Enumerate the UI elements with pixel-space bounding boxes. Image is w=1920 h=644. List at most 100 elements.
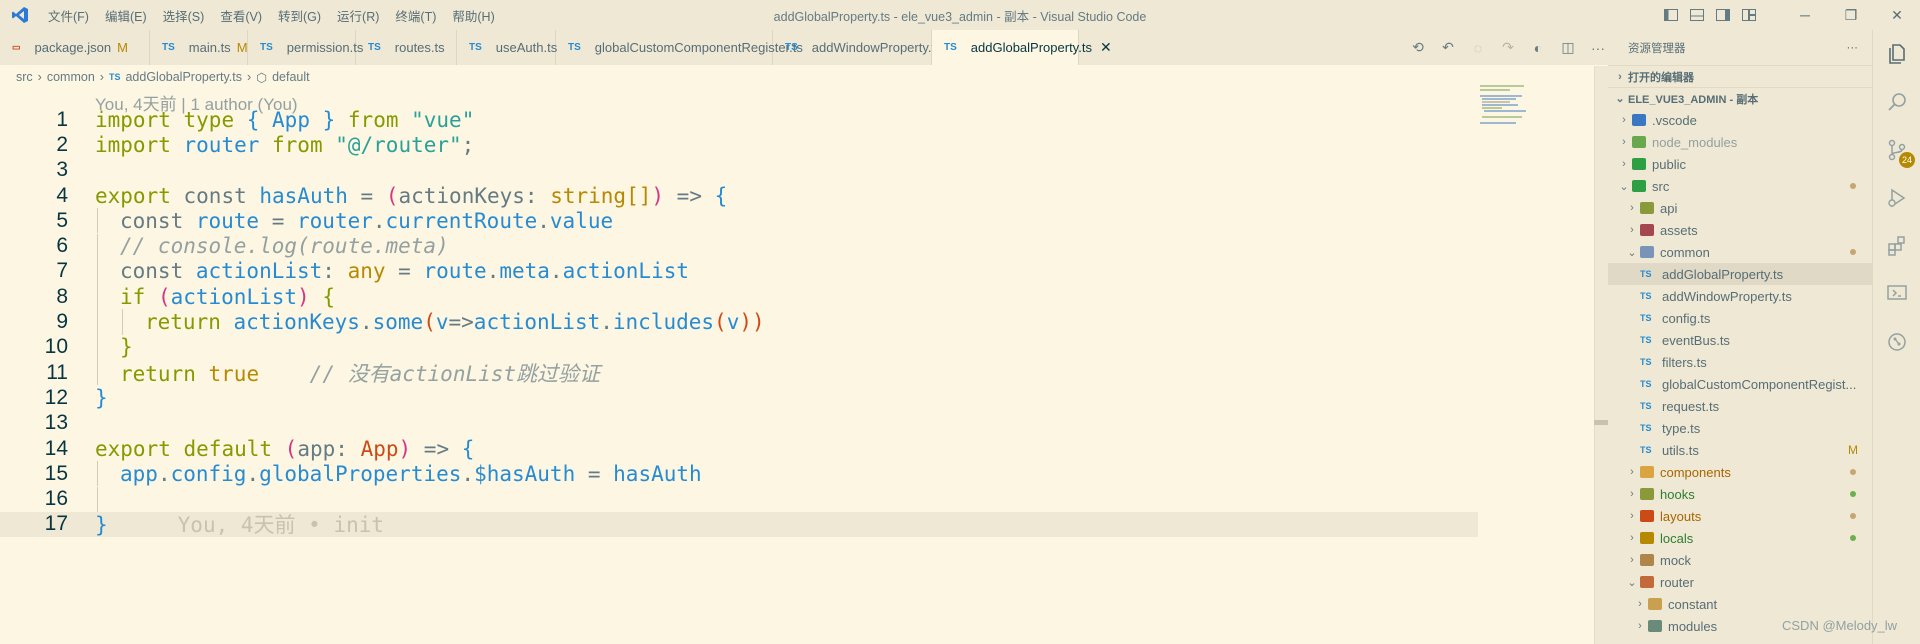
- workspace-root-section[interactable]: ⌄ ELE_VUE3_ADMIN - 副本: [1608, 87, 1872, 109]
- close-icon[interactable]: ✕: [1100, 39, 1112, 56]
- line-number: 17: [44, 512, 68, 536]
- tree-folder[interactable]: › hooks: [1608, 483, 1872, 505]
- tree-folder[interactable]: › assets: [1608, 219, 1872, 241]
- breadcrumb-item-src[interactable]: src: [16, 70, 33, 84]
- tab[interactable]: TS useAuth.ts: [457, 30, 557, 65]
- code-token: from: [335, 107, 412, 132]
- explorer-activity[interactable]: [1873, 30, 1920, 78]
- tree-file[interactable]: TS eventBus.ts: [1608, 329, 1872, 351]
- code-line[interactable]: 1 import type { App } from "vue": [0, 107, 1478, 132]
- code-line[interactable]: 15 app.config.globalProperties.$hasAuth =…: [0, 461, 1478, 487]
- workspace-root-label: ELE_VUE3_ADMIN - 副本: [1628, 93, 1759, 106]
- code-text: if (actionList) {: [120, 285, 335, 309]
- git-graph-activity[interactable]: [1873, 318, 1920, 366]
- code-token: =: [575, 461, 614, 486]
- go-back-icon[interactable]: ↶: [1435, 39, 1461, 56]
- tree-folder[interactable]: ⌄ router: [1608, 571, 1872, 593]
- code-line[interactable]: 16: [0, 486, 1478, 512]
- tree-file[interactable]: TS globalCustomComponentRegist...: [1608, 373, 1872, 395]
- open-editors-section[interactable]: › 打开的编辑器: [1608, 65, 1872, 87]
- code-line[interactable]: 10}: [0, 334, 1478, 360]
- code-editor[interactable]: You, 4天前 | 1 author (You) 1 import type {…: [0, 88, 1595, 644]
- source-control-activity[interactable]: 24: [1873, 126, 1920, 174]
- tab[interactable]: TS main.ts M: [150, 30, 248, 65]
- tree-file[interactable]: TS addGlobalProperty.ts: [1608, 263, 1872, 285]
- chevron-right-icon: ›: [1638, 620, 1642, 632]
- toggle-sidebar-icon[interactable]: [1658, 0, 1684, 30]
- breadcrumb-item-common[interactable]: common: [47, 70, 95, 84]
- tree-file[interactable]: TS filters.ts: [1608, 351, 1872, 373]
- tree-file[interactable]: TS config.ts: [1608, 307, 1872, 329]
- menu-item[interactable]: 终端(T): [387, 6, 444, 25]
- tab[interactable]: TS addWindowProperty.ts: [773, 30, 942, 65]
- menu-item[interactable]: 查看(V): [212, 6, 270, 25]
- tab[interactable]: ▭ package.json M: [0, 30, 150, 65]
- code-line[interactable]: 8 if (actionList) {: [0, 284, 1478, 310]
- tab[interactable]: TS permission.ts: [248, 30, 363, 65]
- git-lens-icon[interactable]: ◐: [1525, 40, 1551, 56]
- menu-item[interactable]: 编辑(E): [97, 6, 155, 25]
- tree-folder[interactable]: › public: [1608, 153, 1872, 175]
- tab[interactable]: TS addGlobalProperty.ts ✕: [932, 30, 1112, 65]
- tab[interactable]: TS globalCustomComponentRegister.ts: [556, 30, 803, 65]
- menu-item[interactable]: 文件(F): [40, 6, 97, 25]
- search-activity[interactable]: [1873, 78, 1920, 126]
- tree-folder[interactable]: › .vscode: [1608, 109, 1872, 131]
- prev-change-icon[interactable]: ◌: [1465, 40, 1491, 56]
- tree-folder[interactable]: › components: [1608, 461, 1872, 483]
- tree-folder[interactable]: › api: [1608, 197, 1872, 219]
- scroll-thumb[interactable]: [1594, 420, 1608, 425]
- tree-file[interactable]: TS utils.ts M: [1608, 439, 1872, 461]
- menu-item[interactable]: 帮助(H): [444, 6, 502, 25]
- remote-explorer-activity[interactable]: [1873, 270, 1920, 318]
- split-editor-icon[interactable]: ◫: [1555, 39, 1581, 56]
- minimize-icon[interactable]: ─: [1782, 0, 1828, 30]
- code-line[interactable]: 3: [0, 158, 1478, 183]
- explorer-more-icon[interactable]: ···: [1847, 42, 1859, 54]
- indent-guide: [97, 334, 98, 360]
- tree-item-label: config.ts: [1662, 310, 1711, 326]
- tree-file[interactable]: TS addWindowProperty.ts: [1608, 285, 1872, 307]
- menu-item[interactable]: 转到(G): [270, 6, 329, 25]
- extensions-icon: [1888, 236, 1905, 256]
- restore-icon[interactable]: ❐: [1828, 0, 1874, 30]
- run-debug-activity[interactable]: [1873, 174, 1920, 222]
- tree-item-label: api: [1660, 200, 1678, 216]
- code-line[interactable]: 11 return true // 没有actionList跳过验证: [0, 360, 1478, 386]
- next-change-icon[interactable]: ↷: [1495, 39, 1521, 56]
- code-line[interactable]: 7 const actionList: any = route.meta.acti…: [0, 258, 1478, 285]
- code-line[interactable]: 4 export const hasAuth = (actionKeys: str…: [0, 183, 1478, 208]
- breadcrumb-item-file[interactable]: addGlobalProperty.ts: [125, 70, 242, 84]
- timeline-icon[interactable]: ⟲: [1405, 39, 1431, 56]
- toggle-secondary-sidebar-icon[interactable]: [1710, 0, 1736, 30]
- menu-item[interactable]: 运行(R): [329, 6, 387, 25]
- tree-file[interactable]: TS type.ts: [1608, 417, 1872, 439]
- tree-folder[interactable]: › mock: [1608, 549, 1872, 571]
- code-line[interactable]: 12}: [0, 385, 1478, 410]
- code-token: )): [739, 310, 765, 335]
- menu-item[interactable]: 选择(S): [155, 6, 213, 25]
- tree-folder[interactable]: › node_modules: [1608, 131, 1872, 153]
- breadcrumb-item-symbol[interactable]: default: [272, 70, 310, 84]
- tree-folder[interactable]: ⌄ common: [1608, 241, 1872, 263]
- tree-folder[interactable]: › constant: [1608, 593, 1872, 615]
- tree-folder[interactable]: › locals: [1608, 527, 1872, 549]
- code-line[interactable]: 5 const route = router.currentRoute.value: [0, 208, 1478, 234]
- customize-layout-icon[interactable]: [1736, 0, 1762, 30]
- code-line[interactable]: 9 return actionKeys.some(v=>actionList.in…: [0, 309, 1478, 335]
- code-line[interactable]: 14 export default (app: App) => {: [0, 436, 1478, 461]
- extensions-activity[interactable]: [1873, 222, 1920, 270]
- tree-item-label: hooks: [1660, 486, 1695, 502]
- tree-file[interactable]: TS request.ts: [1608, 395, 1872, 417]
- tree-folder[interactable]: › layouts: [1608, 505, 1872, 527]
- code-line[interactable]: 13: [0, 411, 1478, 436]
- code-line[interactable]: 2 import router from "@/router";: [0, 132, 1478, 157]
- code-line[interactable]: 6 // console.log(route.meta): [0, 233, 1478, 259]
- tree-folder[interactable]: ⌄ src: [1608, 175, 1872, 197]
- code-line[interactable]: 17} You, 4天前 • init: [0, 511, 1478, 537]
- minimap[interactable]: [1480, 85, 1540, 125]
- close-window-icon[interactable]: ✕: [1874, 0, 1920, 30]
- editor-scrollbar[interactable]: [1594, 66, 1608, 644]
- toggle-panel-icon[interactable]: [1684, 0, 1710, 30]
- tab[interactable]: TS routes.ts: [356, 30, 457, 65]
